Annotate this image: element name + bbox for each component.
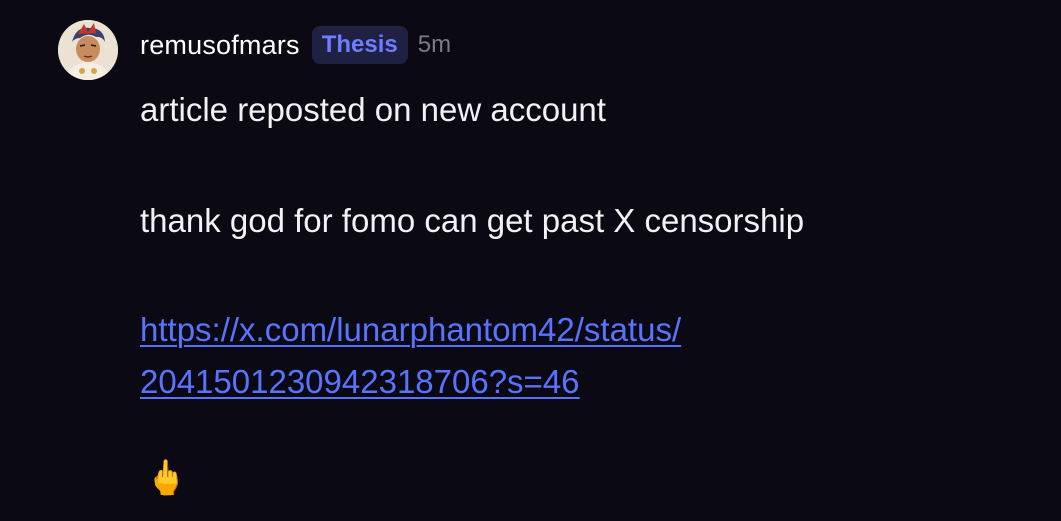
post-link-part-1[interactable]: https://x.com/lunarphantom42/status/: [140, 310, 681, 350]
post-text-line-1: article reposted on new account: [140, 91, 606, 128]
post-card: remusofmars Thesis 5m article reposted o…: [0, 0, 1061, 521]
post-text-line-2: thank god for fomo can get past X censor…: [140, 202, 805, 239]
post-link-part-2[interactable]: 2041501230942318706?s=46: [140, 362, 580, 402]
post-header: remusofmars Thesis 5m: [140, 22, 451, 68]
thesis-badge[interactable]: Thesis: [311, 26, 408, 64]
post-timestamp: 5m: [417, 31, 452, 58]
avatar-illustration-icon: [58, 20, 118, 80]
username[interactable]: remusofmars: [140, 30, 300, 61]
middle-finger-emoji-icon: 🖕: [145, 459, 188, 497]
avatar[interactable]: [58, 20, 118, 80]
